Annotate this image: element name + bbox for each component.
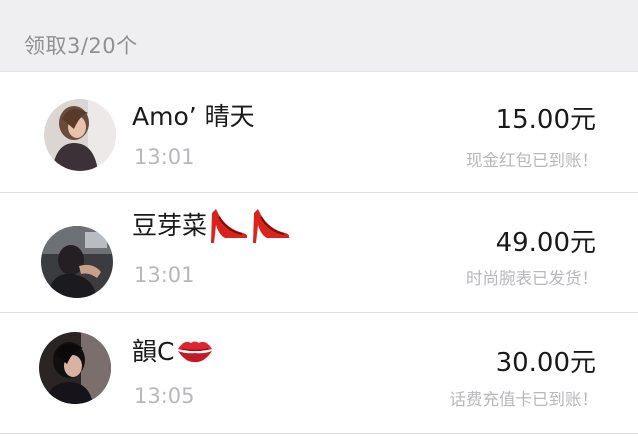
status-text: 现金红包已到账！ bbox=[466, 151, 598, 170]
timestamp: 13:05 bbox=[134, 384, 195, 408]
list-item[interactable]: 豆芽菜 13:01 49.00元 时尚腕表已发货！ bbox=[0, 193, 638, 313]
amount: 49.00元 bbox=[495, 228, 596, 258]
sender-name: 韻C bbox=[132, 332, 214, 371]
list-item[interactable]: 韻C 13:05 30.00元 话费充值卡已到账！ bbox=[0, 314, 638, 434]
amount: 15.00元 bbox=[495, 105, 596, 135]
list-item[interactable]: Amo’ 晴天 13:01 15.00元 现金红包已到账！ bbox=[0, 73, 638, 193]
timestamp: 13:01 bbox=[134, 145, 195, 169]
summary-header: 领取3/20个 bbox=[0, 0, 638, 72]
avatar-photo-icon bbox=[39, 332, 111, 404]
status-text: 话费充值卡已到账！ bbox=[449, 390, 599, 409]
amount: 30.00元 bbox=[495, 348, 596, 378]
avatar-photo-icon bbox=[44, 99, 116, 171]
status-text: 时尚腕表已发货！ bbox=[466, 269, 598, 288]
avatar-photo-icon bbox=[41, 226, 113, 298]
sender-name: 豆芽菜 bbox=[132, 205, 291, 249]
sender-name: Amo’ 晴天 bbox=[132, 102, 255, 131]
high-heel-shoe-icon bbox=[209, 205, 249, 249]
kiss-mark-icon bbox=[176, 335, 214, 371]
avatar[interactable] bbox=[41, 226, 113, 298]
avatar[interactable] bbox=[44, 99, 116, 171]
claim-count-label: 领取3/20个 bbox=[24, 34, 138, 58]
high-heel-shoe-icon bbox=[251, 205, 291, 249]
avatar[interactable] bbox=[39, 332, 111, 404]
timestamp: 13:01 bbox=[134, 263, 195, 287]
